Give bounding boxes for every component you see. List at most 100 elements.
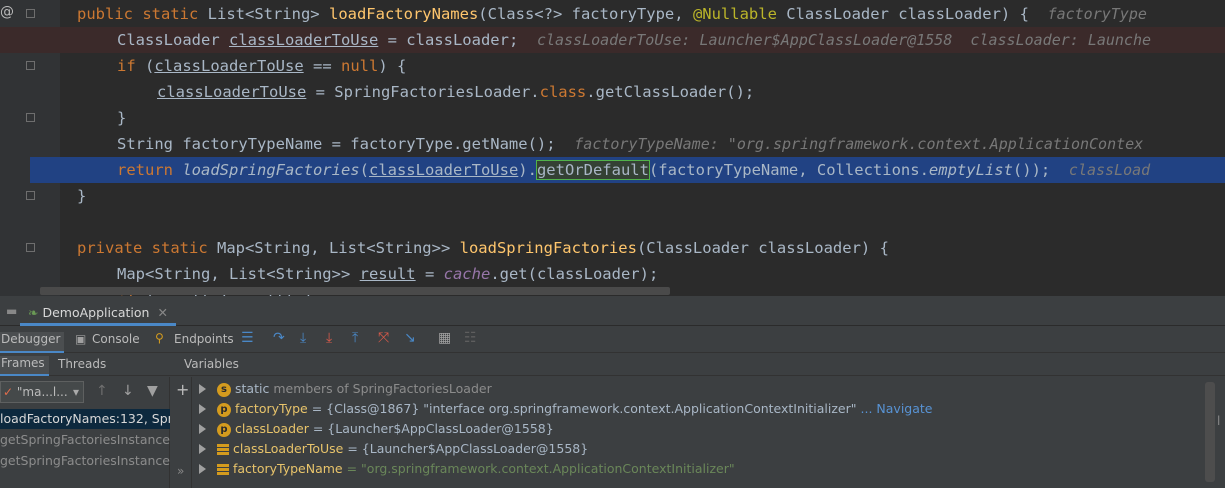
expand-arrow-icon[interactable] bbox=[199, 464, 206, 474]
expand-arrow-icon[interactable] bbox=[199, 404, 206, 414]
expand-arrow-icon[interactable] bbox=[199, 444, 206, 454]
code-token: Map<String, List<String>> bbox=[216, 239, 460, 257]
tab-console[interactable]: Console bbox=[92, 332, 140, 346]
code-line[interactable]: classLoaderToUse = SpringFactoriesLoader… bbox=[0, 79, 1225, 105]
stack-frame[interactable]: loadFactoryNames:132, Spring bbox=[0, 409, 170, 429]
code-text: ClassLoader classLoaderToUse = classLoad… bbox=[117, 27, 1151, 53]
force-step-into-icon[interactable]: ⤓ bbox=[326, 330, 332, 346]
variable-row[interactable]: s static members of SpringFactoriesLoader bbox=[217, 379, 492, 399]
code-token: (factoryTypeName, Collections. bbox=[648, 161, 929, 179]
filter-icon[interactable]: ▼ bbox=[147, 383, 158, 399]
variable-name: classLoader bbox=[235, 421, 309, 436]
code-text: return loadSpringFactories(classLoaderTo… bbox=[117, 157, 1150, 183]
variable-row[interactable]: p classLoader = {Launcher$AppClassLoader@1… bbox=[217, 419, 554, 439]
code-token: ClassLoader bbox=[117, 31, 229, 49]
code-token: classLoaderToUse bbox=[154, 57, 304, 75]
code-token: @Nullable bbox=[692, 5, 777, 23]
code-text: } bbox=[77, 183, 86, 209]
run-tab-demoapplication[interactable]: ❧ DemoApplication ✕ bbox=[20, 302, 176, 326]
code-line[interactable] bbox=[0, 209, 1225, 235]
inline-debug-value: factoryType bbox=[1047, 5, 1147, 23]
debug-tool-window: ▬ ❧ DemoApplication ✕ Debugger ▣ Console… bbox=[0, 296, 1225, 488]
code-token: ). bbox=[518, 161, 537, 179]
code-line[interactable]: } bbox=[0, 183, 1225, 209]
code-token: result bbox=[359, 265, 416, 283]
vertical-scrollbar[interactable] bbox=[1205, 382, 1215, 482]
chevron-down-icon: ▾ bbox=[72, 385, 79, 399]
frames-variables-header: Frames Threads Variables bbox=[0, 353, 1225, 376]
code-line[interactable]: ClassLoader classLoaderToUse = classLoad… bbox=[0, 27, 1225, 53]
expand-arrow-icon[interactable] bbox=[199, 424, 206, 434]
code-token: = SpringFactoriesLoader. bbox=[306, 83, 540, 101]
code-text: public static List<String> loadFactoryNa… bbox=[77, 1, 1147, 27]
close-icon[interactable]: ✕ bbox=[157, 305, 167, 320]
code-text: classLoaderToUse = SpringFactoriesLoader… bbox=[157, 79, 754, 105]
parameter-icon: p bbox=[217, 402, 231, 417]
code-token: cache bbox=[443, 265, 491, 283]
trace-icon[interactable]: ☷ bbox=[464, 330, 477, 346]
debug-toolbar: Debugger ▣ Console ⚲ Endpoints ☰ ↷ ⤓ ⤓ ⤒… bbox=[0, 326, 1225, 353]
code-text: String factoryTypeName = factoryType.get… bbox=[117, 131, 1143, 157]
code-token: = bbox=[415, 265, 444, 283]
code-token: classLoaderToUse bbox=[228, 31, 379, 49]
code-line[interactable]: String factoryTypeName = factoryType.get… bbox=[0, 131, 1225, 157]
spring-leaf-icon: ❧ bbox=[28, 305, 39, 320]
tab-frames[interactable]: Frames bbox=[0, 356, 49, 376]
step-over-icon[interactable]: ↷ bbox=[273, 330, 285, 346]
variable-name: factoryType bbox=[235, 401, 308, 416]
layout-icon[interactable]: ☰ bbox=[241, 330, 254, 346]
code-line[interactable]: Map<String, List<String>> result = cache… bbox=[0, 261, 1225, 287]
code-token: Map<String, List<String>> bbox=[117, 265, 360, 283]
drop-frame-icon[interactable]: ⤧ bbox=[378, 330, 389, 346]
evaluate-expression-icon[interactable]: ▦ bbox=[438, 330, 451, 346]
variable-row[interactable]: factoryTypeName = "org.springframework.co… bbox=[217, 459, 735, 479]
variable-value: = {Launcher$AppClassLoader@1558} bbox=[347, 441, 589, 456]
side-panel-hint: l bbox=[1217, 414, 1221, 428]
code-line[interactable]: if (classLoaderToUse == null) { bbox=[0, 53, 1225, 79]
code-token: emptyList bbox=[928, 161, 1013, 179]
horizontal-scrollbar[interactable] bbox=[40, 287, 670, 295]
variable-name: factoryTypeName bbox=[233, 461, 343, 476]
parameter-icon: p bbox=[217, 422, 231, 437]
code-token: .getClassLoader(); bbox=[586, 83, 755, 101]
code-token: = classLoader; bbox=[378, 31, 537, 49]
variable-row[interactable]: classLoaderToUse = {Launcher$AppClassLoad… bbox=[217, 439, 588, 459]
code-token: } bbox=[117, 109, 127, 127]
code-token: ( bbox=[359, 161, 369, 179]
code-token: .get(classLoader); bbox=[490, 265, 659, 283]
tab-threads[interactable]: Threads bbox=[58, 357, 106, 371]
variable-value: = {Class@1867} "interface org.springfram… bbox=[311, 401, 857, 416]
expand-arrow-icon[interactable] bbox=[199, 384, 206, 394]
step-into-icon[interactable]: ⤓ bbox=[300, 330, 306, 346]
code-line[interactable]: public static List<String> loadFactoryNa… bbox=[0, 1, 1225, 27]
tab-debugger[interactable]: Debugger bbox=[0, 332, 65, 353]
code-line[interactable]: } bbox=[0, 105, 1225, 131]
variable-row[interactable]: p factoryType = {Class@1867} "interface or… bbox=[217, 399, 932, 419]
thread-select[interactable]: ✓ "ma...l... ▾ bbox=[0, 381, 84, 403]
tab-endpoints[interactable]: Endpoints bbox=[174, 332, 234, 346]
code-token: (ClassLoader classLoader) { bbox=[636, 239, 889, 257]
arrow-down-icon[interactable]: ↓ bbox=[122, 383, 134, 399]
code-line[interactable]: return loadSpringFactories(classLoaderTo… bbox=[30, 157, 1225, 183]
inline-debug-value: factoryTypeName: "org.springframework.co… bbox=[574, 135, 1144, 153]
step-out-icon[interactable]: ⤒ bbox=[352, 330, 358, 346]
run-to-cursor-icon[interactable]: ↘ bbox=[404, 330, 416, 346]
code-token: (Class<?> factoryType, bbox=[478, 5, 693, 23]
check-icon: ✓ bbox=[3, 385, 14, 399]
stack-frame[interactable]: getSpringFactoriesInstances:4 bbox=[0, 430, 170, 450]
code-token: ()); bbox=[1012, 161, 1069, 179]
code-token: null bbox=[340, 57, 379, 75]
navigate-link[interactable]: ... Navigate bbox=[861, 401, 933, 416]
code-line[interactable]: private static Map<String, List<String>>… bbox=[0, 235, 1225, 261]
variable-name: classLoaderToUse bbox=[233, 441, 344, 456]
stack-frame[interactable]: getSpringFactoriesInstances:4 bbox=[0, 451, 170, 471]
variable-value: members of SpringFactoriesLoader bbox=[273, 381, 492, 396]
code-token: classLoaderToUse bbox=[368, 161, 519, 179]
code-text: private static Map<String, List<String>>… bbox=[77, 235, 889, 261]
code-token: public static bbox=[77, 5, 208, 23]
code-editor[interactable]: @ public static List<String> loadFactory… bbox=[0, 0, 1225, 296]
variable-value: = "org.springframework.context.Applicati… bbox=[346, 461, 735, 476]
pin-icon[interactable]: ▬ bbox=[6, 304, 17, 318]
arrow-up-icon[interactable]: ↑ bbox=[96, 383, 108, 399]
code-token: ClassLoader classLoader) { bbox=[776, 5, 1048, 23]
